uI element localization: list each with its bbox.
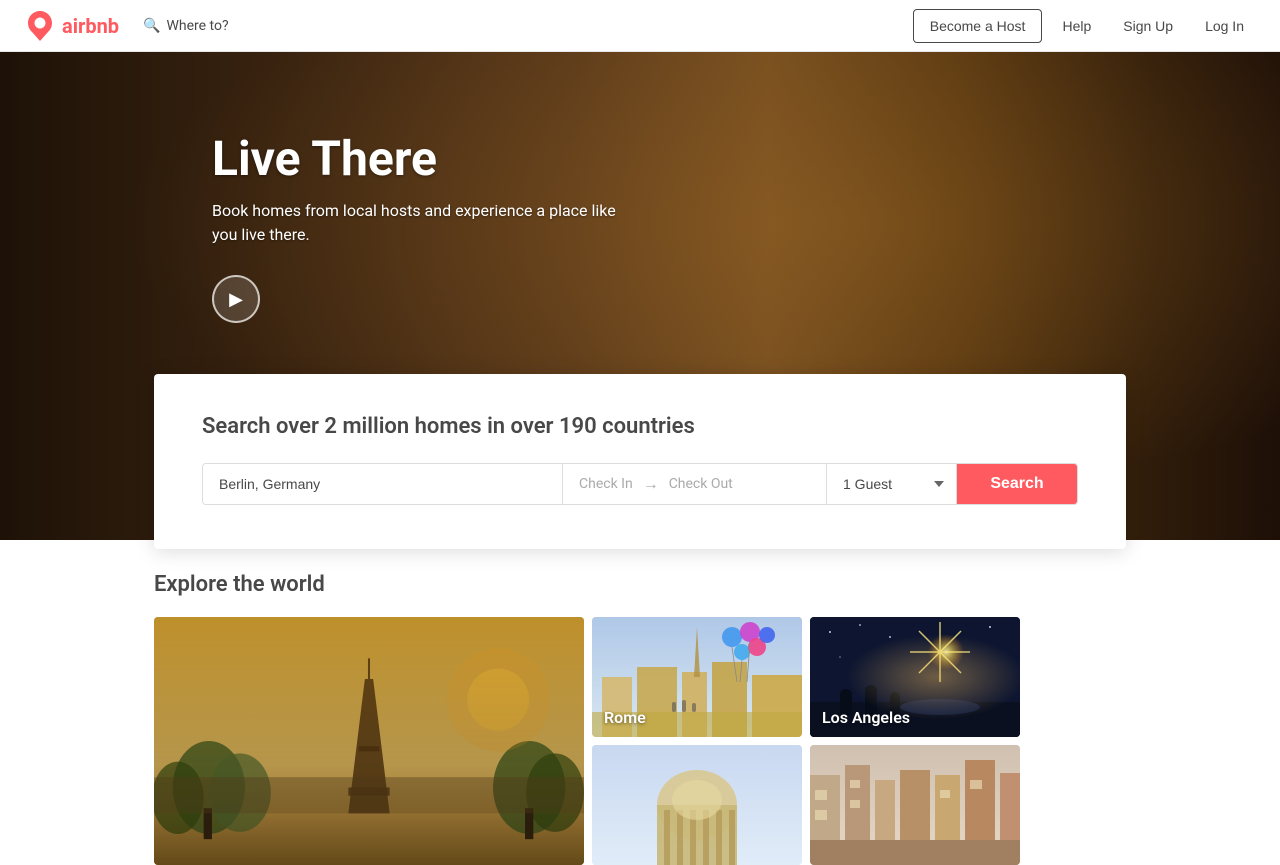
hero-content: Live There Book homes from local hosts a… [212,130,632,323]
location-input[interactable] [203,464,563,504]
hero-subtitle: Book homes from local hosts and experien… [212,199,632,247]
explore-grid: Rome [154,617,1126,865]
destination-label-la: Los Angeles [822,708,910,727]
nav-search-text: Where to? [166,18,228,34]
nav-search[interactable]: 🔍 Where to? [143,18,229,34]
logo-link[interactable]: airbnb [24,10,119,42]
check-out-label: Check Out [669,476,733,492]
destination-card-paris[interactable] [154,617,584,865]
log-in-link[interactable]: Log In [1193,10,1256,42]
destination-card-bottom-2[interactable] [810,745,1020,865]
date-range-arrow-icon: → [643,474,659,494]
guests-select[interactable]: 1 Guest 2 Guests 3 Guests 4 Guests 5+ Gu… [827,464,957,504]
airbnb-logo-icon [24,10,56,42]
logo-wordmark: airbnb [62,14,119,38]
search-card: Search over 2 million homes in over 190 … [154,374,1126,549]
search-icon: 🔍 [143,18,160,34]
destination-card-la[interactable]: Los Angeles [810,617,1020,737]
search-form: Check In → Check Out 1 Guest 2 Guests 3 … [202,463,1078,505]
hero-title: Live There [212,130,632,187]
explore-title: Explore the world [154,572,1126,597]
navbar: airbnb 🔍 Where to? Become a Host Help Si… [0,0,1280,52]
destination-card-bottom-1[interactable] [592,745,802,865]
become-host-button[interactable]: Become a Host [913,9,1043,43]
search-card-title: Search over 2 million homes in over 190 … [202,414,1078,439]
explore-section: Explore the world [154,540,1126,865]
date-range-picker[interactable]: Check In → Check Out [563,464,827,504]
destination-card-rome[interactable]: Rome [592,617,802,737]
play-icon: ▶ [229,289,243,310]
check-in-label: Check In [579,476,633,492]
play-video-button[interactable]: ▶ [212,275,260,323]
help-link[interactable]: Help [1050,10,1103,42]
search-button[interactable]: Search [957,464,1077,504]
nav-right-actions: Become a Host Help Sign Up Log In [913,9,1256,43]
destination-label-rome: Rome [604,708,646,727]
sign-up-link[interactable]: Sign Up [1111,10,1185,42]
